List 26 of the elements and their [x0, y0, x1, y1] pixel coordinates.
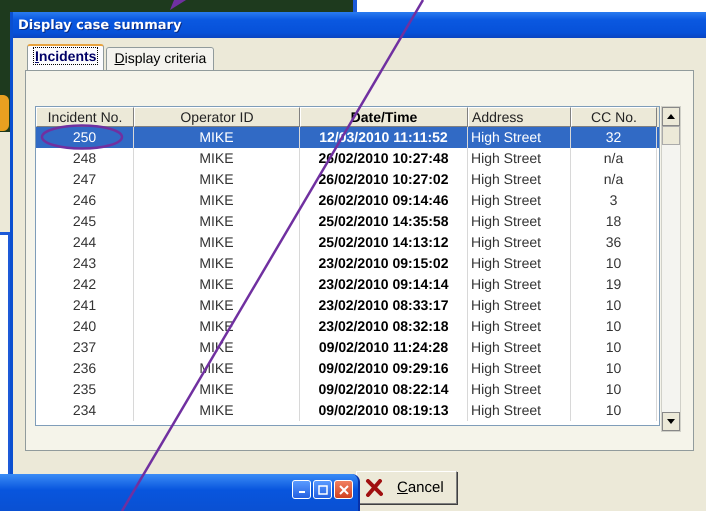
- tab[interactable]: Incidents: [27, 44, 104, 70]
- table-cell: 10: [571, 400, 657, 421]
- minimize-button[interactable]: [292, 480, 311, 499]
- tab[interactable]: Display criteria: [106, 47, 214, 70]
- table-cell: 09/02/2010 08:19:13: [300, 400, 468, 421]
- table-cell: 234: [36, 400, 134, 421]
- column-header[interactable]: Address: [468, 107, 571, 127]
- table-cell: MIKE: [134, 400, 300, 421]
- selected-row[interactable]: 250 MIKE 12/03/2010 11:11:52 High Street 32: [36, 127, 659, 148]
- down-arrow-icon: [667, 419, 675, 424]
- scroll-up-button[interactable]: [662, 107, 680, 126]
- scroll-down-button[interactable]: [662, 412, 680, 431]
- table-cell: High Street: [468, 400, 571, 421]
- arrowhead-mark: [170, 0, 186, 10]
- column-header[interactable]: CC No.: [571, 107, 657, 127]
- column-header[interactable]: Operator ID: [134, 107, 300, 127]
- scroll-thumb[interactable]: [662, 126, 680, 145]
- up-arrow-icon: [667, 114, 675, 119]
- scrollbar[interactable]: [661, 106, 681, 432]
- maximize-button[interactable]: [313, 480, 332, 499]
- close-button[interactable]: [334, 480, 353, 499]
- maximize-icon: [318, 484, 328, 494]
- close-icon: [338, 484, 348, 494]
- cancel-button[interactable]: Cancel: [356, 471, 457, 504]
- window-title: Display case summary: [18, 18, 182, 32]
- cross-icon: [365, 478, 383, 496]
